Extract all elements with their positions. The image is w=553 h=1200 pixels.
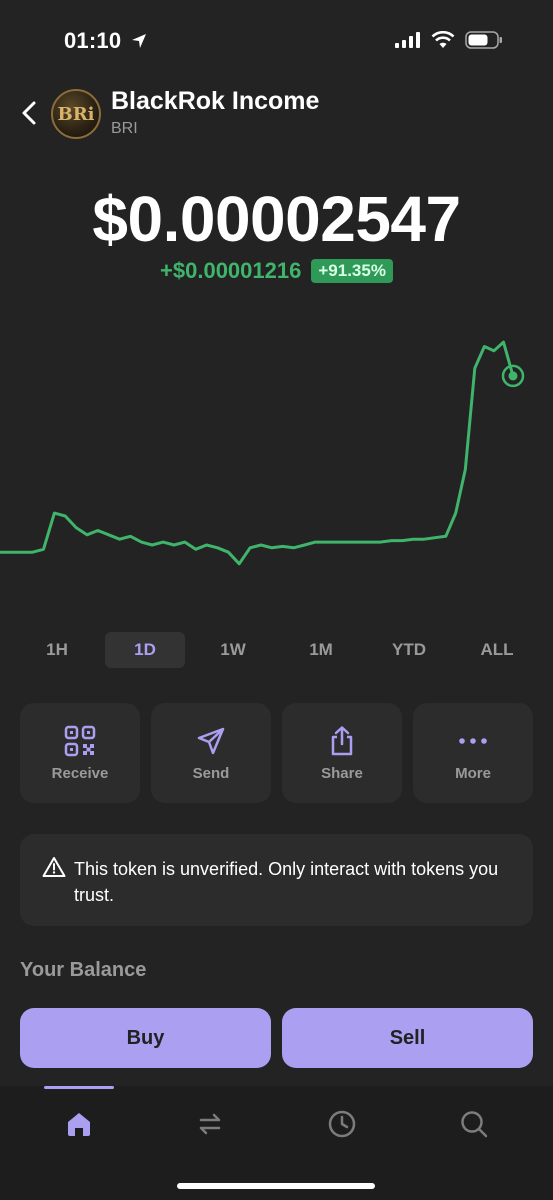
price-line — [0, 340, 515, 566]
price-change-row: +$0.00001216 +91.35% — [0, 258, 553, 284]
active-tab-indicator — [44, 1086, 114, 1089]
tab-history[interactable] — [322, 1104, 362, 1144]
range-1w[interactable]: 1W — [193, 632, 273, 668]
range-all[interactable]: ALL — [457, 632, 537, 668]
status-time: 01:10 — [64, 28, 148, 54]
trade-buttons: Buy Sell — [20, 1008, 533, 1068]
receive-button[interactable]: Receive — [20, 703, 140, 803]
wifi-icon — [431, 31, 455, 48]
token-header: BRi BlackRok Income BRI — [0, 84, 553, 144]
tab-swap[interactable] — [190, 1104, 230, 1144]
range-ytd[interactable]: YTD — [369, 632, 449, 668]
swap-icon — [199, 1113, 221, 1135]
cellular-signal-icon — [395, 32, 420, 48]
battery-icon — [465, 31, 502, 49]
back-button[interactable] — [18, 98, 42, 128]
buy-button[interactable]: Buy — [20, 1008, 271, 1068]
share-icon — [331, 725, 353, 755]
status-icons — [395, 31, 503, 49]
range-1m[interactable]: 1M — [281, 632, 361, 668]
range-1h[interactable]: 1H — [17, 632, 97, 668]
paper-plane-icon — [197, 727, 225, 754]
receive-label: Receive — [51, 764, 109, 782]
more-label: More — [455, 764, 491, 782]
token-logo: BRi — [51, 89, 101, 139]
more-button[interactable]: More — [413, 703, 533, 803]
warning-triangle-icon — [42, 857, 66, 877]
clock-text: 01:10 — [64, 28, 122, 53]
token-logo-text: BRi — [57, 103, 95, 125]
home-icon — [68, 1113, 90, 1136]
price-change-percent-badge: +91.35% — [311, 259, 393, 283]
tab-search[interactable] — [454, 1104, 494, 1144]
balance-heading: Your Balance — [20, 959, 147, 981]
search-icon — [461, 1111, 488, 1138]
share-button[interactable]: Share — [282, 703, 402, 803]
action-buttons: Receive Send Share More — [20, 703, 533, 803]
status-bar: 01:10 — [0, 0, 553, 84]
range-1d[interactable]: 1D — [105, 632, 185, 668]
token-price: $0.00002547 — [92, 183, 461, 255]
tab-home[interactable] — [59, 1104, 99, 1144]
price-change-amount: +$0.00001216 — [160, 258, 302, 283]
token-symbol: BRI — [111, 120, 138, 137]
location-arrow-icon — [131, 34, 146, 48]
more-dots-icon — [459, 737, 487, 744]
qr-code-icon — [64, 725, 96, 756]
token-name: BlackRok Income — [111, 87, 320, 115]
share-label: Share — [321, 764, 363, 782]
latest-price-marker — [508, 371, 518, 381]
unverified-token-warning: This token is unverified. Only interact … — [20, 834, 533, 926]
history-icon — [328, 1110, 356, 1138]
send-button[interactable]: Send — [151, 703, 271, 803]
home-indicator — [177, 1183, 375, 1189]
warning-text: This token is unverified. Only interact … — [74, 859, 499, 905]
sell-button[interactable]: Sell — [282, 1008, 533, 1068]
price-chart[interactable] — [0, 300, 553, 620]
chevron-left-icon — [22, 101, 36, 125]
send-label: Send — [192, 764, 230, 782]
time-range-selector: 1H 1D 1W 1M YTD ALL — [17, 632, 537, 668]
